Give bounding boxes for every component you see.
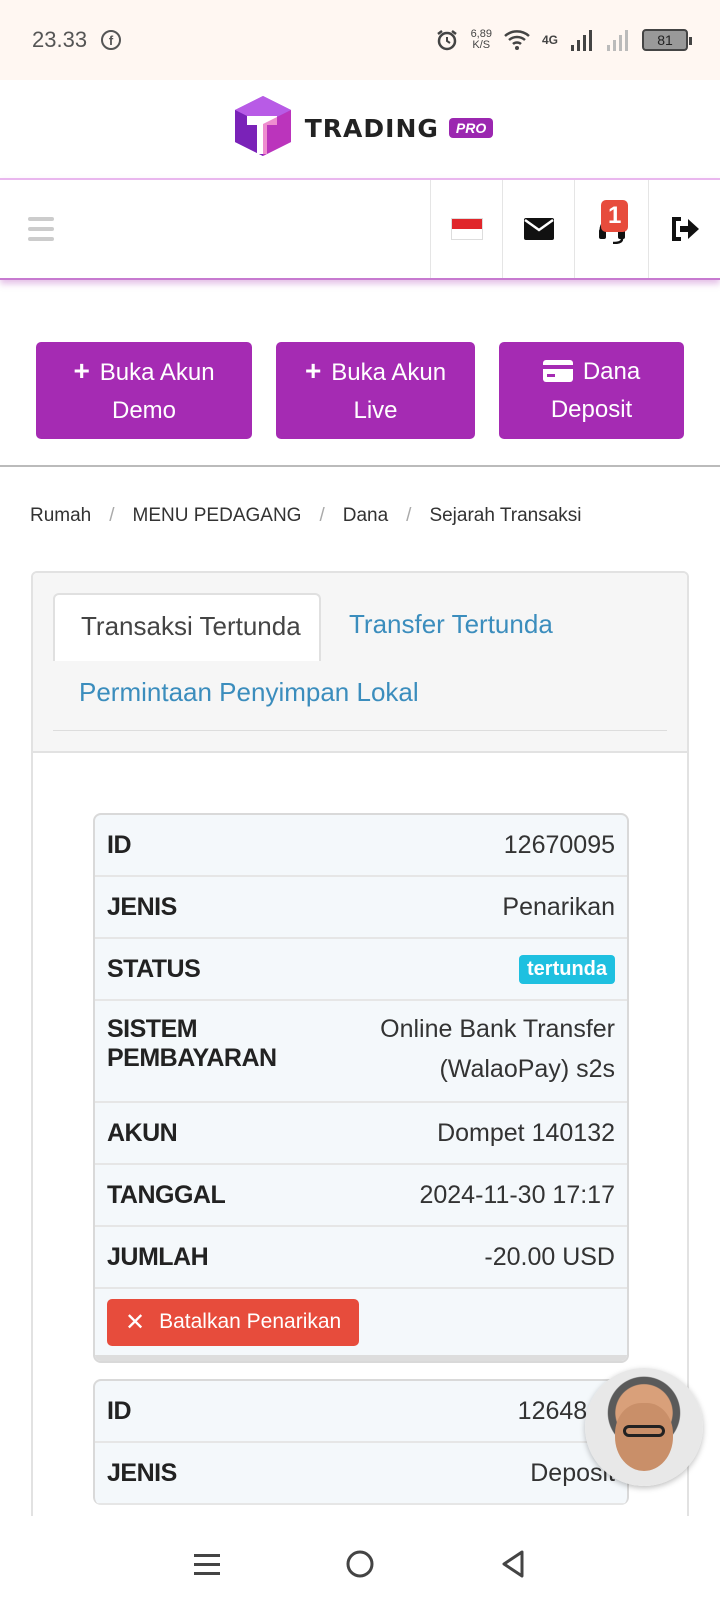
network-type: 4G (541, 33, 558, 47)
home-button[interactable] (330, 1534, 390, 1594)
status-time: 23.33 (32, 27, 88, 52)
breadcrumb-separator: / (319, 505, 325, 526)
chat-assistant-avatar[interactable] (585, 1368, 703, 1486)
transaction-type-row: JENIS Deposit (95, 1443, 627, 1505)
breadcrumb-home[interactable]: Rumah (30, 505, 91, 527)
tab-underline (53, 730, 667, 731)
cancel-withdrawal-button[interactable]: ✕ Batalkan Penarikan (107, 1298, 360, 1346)
signal-icon (571, 30, 592, 51)
account-link[interactable]: Dompet 140132 (437, 1119, 615, 1148)
tab-pending-transfers[interactable]: Transfer Tertunda (349, 609, 553, 640)
status-badge: tertunda (519, 954, 615, 984)
payment-system-row: SISTEM PEMBAYARAN Online Bank Transfer (W… (95, 1001, 627, 1103)
status-bar: 23.33 f 6,89 K/S 4G 81 (0, 0, 720, 80)
back-triangle-icon (502, 1550, 524, 1578)
system-navigation-bar (0, 1516, 720, 1612)
logout-icon (671, 217, 699, 241)
notification-badge: 1 (601, 200, 629, 232)
tab-pending-transactions[interactable]: Transaksi Tertunda (53, 593, 321, 661)
account-actions: + Buka Akun Demo + Buka Akun Live Dana Dep… (36, 342, 684, 439)
wifi-icon (504, 30, 530, 50)
alarm-icon (436, 30, 457, 51)
battery-icon: 81 (642, 29, 692, 51)
plus-icon: + (73, 354, 90, 386)
brand-logo[interactable]: TRADING PRO (227, 92, 494, 164)
transaction-type-row: JENIS Penarikan (95, 877, 627, 939)
envelope-icon (523, 218, 554, 240)
transaction-id-row: ID 1264814 (95, 1381, 627, 1443)
breadcrumb-current: Sejarah Transaksi (429, 505, 582, 526)
breadcrumb-separator: / (109, 505, 115, 526)
logout-button[interactable] (648, 180, 720, 278)
net-speed: 6,89 K/S (470, 28, 492, 51)
language-selector[interactable] (430, 180, 502, 278)
brand-badge: PRO (448, 118, 494, 138)
open-live-account-button[interactable]: + Buka Akun Live (276, 342, 475, 439)
indonesia-flag-icon (450, 218, 483, 240)
transaction-entry: ID 1264814 JENIS Deposit (93, 1379, 629, 1505)
transaction-id-row: ID 12670095 (95, 815, 627, 877)
transaction-history-card: Transaksi Tertunda Transfer Tertunda Per… (31, 571, 689, 1612)
amount-row: JUMLAH -20.00 USD (95, 1227, 627, 1289)
cube-logo-icon (234, 96, 291, 156)
brand-name: TRADING (304, 113, 439, 143)
transaction-status-row: STATUS tertunda (95, 939, 627, 1001)
facebook-icon: f (101, 30, 122, 50)
open-demo-account-button[interactable]: + Buka Akun Demo (36, 342, 252, 439)
breadcrumb-trader-menu[interactable]: MENU PEDAGANG (133, 505, 302, 527)
signal-empty-icon (607, 30, 628, 51)
back-button[interactable] (483, 1534, 543, 1594)
credit-card-icon (542, 359, 573, 382)
breadcrumb: Rumah / MENU PEDAGANG / Dana / Sejarah T… (30, 505, 582, 527)
section-divider (0, 465, 720, 467)
home-circle-icon (346, 1550, 374, 1578)
menu-icon[interactable] (28, 217, 54, 241)
recent-apps-button[interactable] (177, 1534, 237, 1594)
breadcrumb-separator: / (406, 505, 412, 526)
close-icon: ✕ (125, 1308, 146, 1336)
breadcrumb-funds[interactable]: Dana (343, 505, 388, 527)
plus-icon: + (304, 354, 322, 386)
transaction-entry: ID 12670095 JENIS Penarikan STATUS tertunda… (93, 813, 629, 1363)
mail-button[interactable] (502, 180, 574, 278)
support-button[interactable]: 1 (574, 180, 648, 278)
tab-bar: Transaksi Tertunda Transfer Tertunda Per… (33, 573, 687, 753)
account-row: AKUN Dompet 140132 (95, 1103, 627, 1165)
date-row: TANGGAL 2024-11-30 17:17 (95, 1165, 627, 1227)
top-navbar: 1 (0, 178, 720, 280)
deposit-funds-button[interactable]: Dana Deposit (499, 342, 684, 439)
tab-local-depositor-requests[interactable]: Permintaan Penyimpan Lokal (79, 677, 419, 708)
logo-header: TRADING PRO (0, 80, 720, 176)
recent-apps-icon (193, 1554, 220, 1575)
